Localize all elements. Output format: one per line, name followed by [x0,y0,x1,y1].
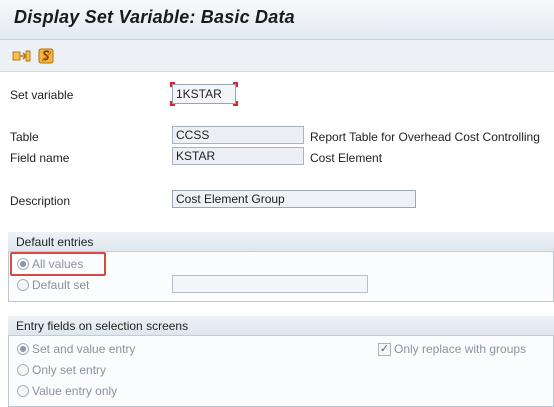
entry-fields-header: Entry fields on selection screens [8,316,554,336]
table-label: Table [10,130,39,144]
description-label: Description [10,194,71,208]
only-set-entry-label: Only set entry [32,363,107,377]
focus-corner [233,101,238,106]
set-and-value-entry-label: Set and value entry [32,342,136,356]
other-object-button[interactable] [12,47,31,65]
field-name-field[interactable]: KSTAR [172,147,304,165]
table-description: Report Table for Overhead Cost Controlli… [310,130,540,144]
only-replace-checkbox[interactable]: ✓ [378,343,391,356]
set-variable-field[interactable]: 1KSTAR [172,84,236,104]
set-and-value-entry-radio[interactable] [17,343,29,355]
set-variable-label: Set variable [10,88,74,102]
display-change-button[interactable] [37,47,56,65]
only-replace-label: Only replace with groups [394,342,527,356]
focus-corner [233,82,238,87]
default-set-label: Default set [32,278,90,292]
value-entry-only-label: Value entry only [32,384,118,398]
default-set-field[interactable] [172,275,368,293]
field-name-label: Field name [10,151,70,165]
description-field[interactable]: Cost Element Group [172,190,416,208]
table-field[interactable]: CCSS [172,126,304,144]
page-title: Display Set Variable: Basic Data [14,7,295,27]
value-entry-only-radio[interactable] [17,385,29,397]
default-set-radio[interactable] [17,279,29,291]
display-change-icon [38,48,54,64]
focus-corner [170,101,175,106]
application-toolbar [0,40,554,72]
other-object-icon [12,50,31,62]
focus-corner [170,82,175,87]
highlight-box [10,252,106,276]
only-set-entry-radio[interactable] [17,364,29,376]
default-entries-header: Default entries [8,232,554,252]
field-name-description: Cost Element [310,151,383,165]
